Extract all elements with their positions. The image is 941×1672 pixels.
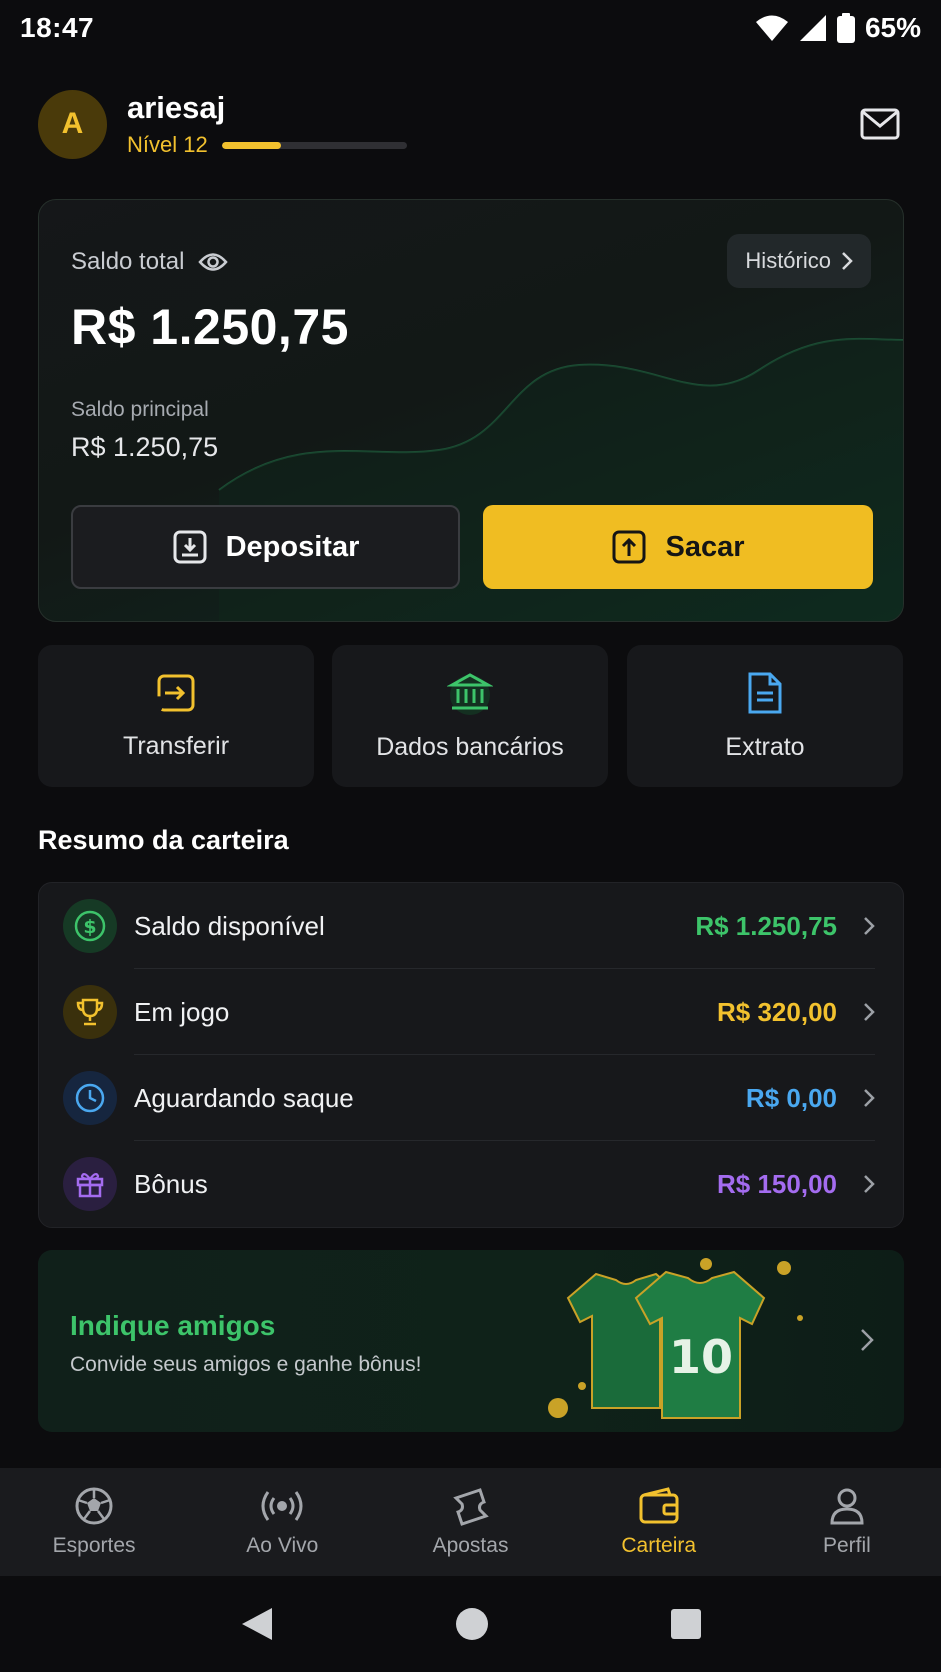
username: ariesaj [127,90,226,125]
nav-item-bets[interactable]: Apostas [376,1468,564,1576]
user-icon [830,1488,864,1525]
total-balance-label-row: Saldo total [71,248,229,276]
messages-button[interactable] [856,100,904,148]
referral-banner[interactable]: Indique amigos Convide seus amigos e gan… [38,1250,904,1432]
level-progress-bar [221,141,407,149]
clock-icon [63,1071,117,1125]
nav-item-wallet[interactable]: Carteira [565,1468,753,1576]
wallet-summary-title: Resumo da carteira [38,825,289,855]
jersey-number: 10 [669,1330,733,1384]
nav-label: Ao Vivo [246,1534,319,1557]
nav-item-profile[interactable]: Perfil [753,1468,941,1576]
quick-action-label: Transferir [122,731,230,760]
avatar[interactable]: A [38,89,107,159]
withdraw-label: Sacar [665,530,745,563]
chevron-right-icon [864,917,875,935]
status-time: 18:47 [20,12,95,43]
withdraw-button[interactable]: Sacar [483,505,873,589]
deposit-icon [173,530,207,564]
summary-row-value: R$ 320,00 [717,996,837,1027]
summary-row-available[interactable]: $ Saldo disponível R$ 1.250,75 [39,883,905,969]
back-icon[interactable] [240,1606,274,1642]
signal-icon [799,15,826,41]
nav-label: Apostas [432,1534,509,1557]
wallet-summary-list: $ Saldo disponível R$ 1.250,75 Em jogo R… [38,882,904,1228]
summary-row-in-play[interactable]: Em jogo R$ 320,00 [39,969,905,1055]
summary-row-label: Aguardando saque [134,1082,354,1113]
summary-row-value: R$ 0,00 [745,1082,837,1113]
total-balance-label: Saldo total [71,248,185,275]
chevron-right-icon [864,1175,875,1193]
referral-subtitle: Convide seus amigos e ganhe bônus! [70,1353,422,1376]
profile-header: A ariesaj Nível 12 [38,88,904,160]
dollar-icon: $ [63,899,117,953]
live-broadcast-icon [261,1491,303,1521]
level-progress-fill [221,141,281,149]
recents-icon[interactable] [670,1608,702,1640]
status-icons: 65% [755,12,921,44]
quick-action-label: Dados bancários [376,732,564,761]
battery-icon [836,13,855,43]
summary-row-value: R$ 1.250,75 [695,910,837,941]
status-bar: 18:47 65% [0,0,941,56]
history-label: Histórico [745,248,831,273]
history-button[interactable]: Histórico [727,234,871,288]
nav-label: Esportes [52,1534,136,1557]
chevron-right-icon [864,1089,875,1107]
summary-row-label: Saldo disponível [134,910,325,941]
chevron-right-icon [842,252,853,270]
nav-label: Perfil [822,1534,871,1557]
gift-icon [63,1157,117,1211]
summary-row-bonus[interactable]: Bônus R$ 150,00 [39,1141,905,1227]
trophy-icon [63,985,117,1039]
quick-action-label: Extrato [725,732,805,761]
bottom-navigation: Esportes Ao Vivo Apostas Carteira Perfil [0,1468,941,1576]
quick-action-transfer[interactable]: Transferir [38,645,314,787]
wallet-icon [639,1487,679,1524]
eye-icon[interactable] [198,251,229,273]
battery-percent: 65% [864,12,921,43]
system-navigation-bar [0,1576,941,1672]
nav-item-sports[interactable]: Esportes [0,1468,188,1576]
summary-row-label: Bônus [134,1168,208,1199]
nav-item-live[interactable]: Ao Vivo [188,1468,376,1576]
svg-text:$: $ [83,916,96,938]
summary-row-label: Em jogo [134,996,230,1027]
nav-label: Carteira [621,1534,697,1557]
summary-row-pending-withdrawal[interactable]: Aguardando saque R$ 0,00 [39,1055,905,1141]
main-balance-value: R$ 1.250,75 [71,432,219,462]
document-icon [748,672,782,713]
main-balance-label: Saldo principal [71,398,209,421]
user-info: ariesaj Nível 12 [127,90,407,158]
chevron-right-icon [861,1329,874,1351]
deposit-button[interactable]: Depositar [71,505,460,589]
balance-card: Saldo total Histórico R$ 1.250,75 Saldo … [38,199,904,622]
soccer-ball-icon [75,1487,113,1525]
chevron-right-icon [864,1003,875,1021]
referral-title: Indique amigos [70,1310,276,1341]
summary-row-value: R$ 150,00 [717,1168,837,1199]
level-row: Nível 12 [127,132,407,158]
wifi-icon [755,15,788,41]
total-balance-value: R$ 1.250,75 [71,299,349,355]
level-label: Nível 12 [127,132,208,157]
quick-action-bank-details[interactable]: Dados bancários [332,645,608,787]
deposit-label: Depositar [225,530,360,563]
mail-icon [860,108,900,140]
ticket-icon [452,1488,489,1526]
home-icon[interactable] [453,1605,491,1643]
quick-action-statement[interactable]: Extrato [627,645,903,787]
withdraw-icon [612,530,646,564]
transfer-icon [157,674,195,711]
jerseys-illustration: 10 [548,1258,803,1419]
bank-icon [447,672,493,715]
